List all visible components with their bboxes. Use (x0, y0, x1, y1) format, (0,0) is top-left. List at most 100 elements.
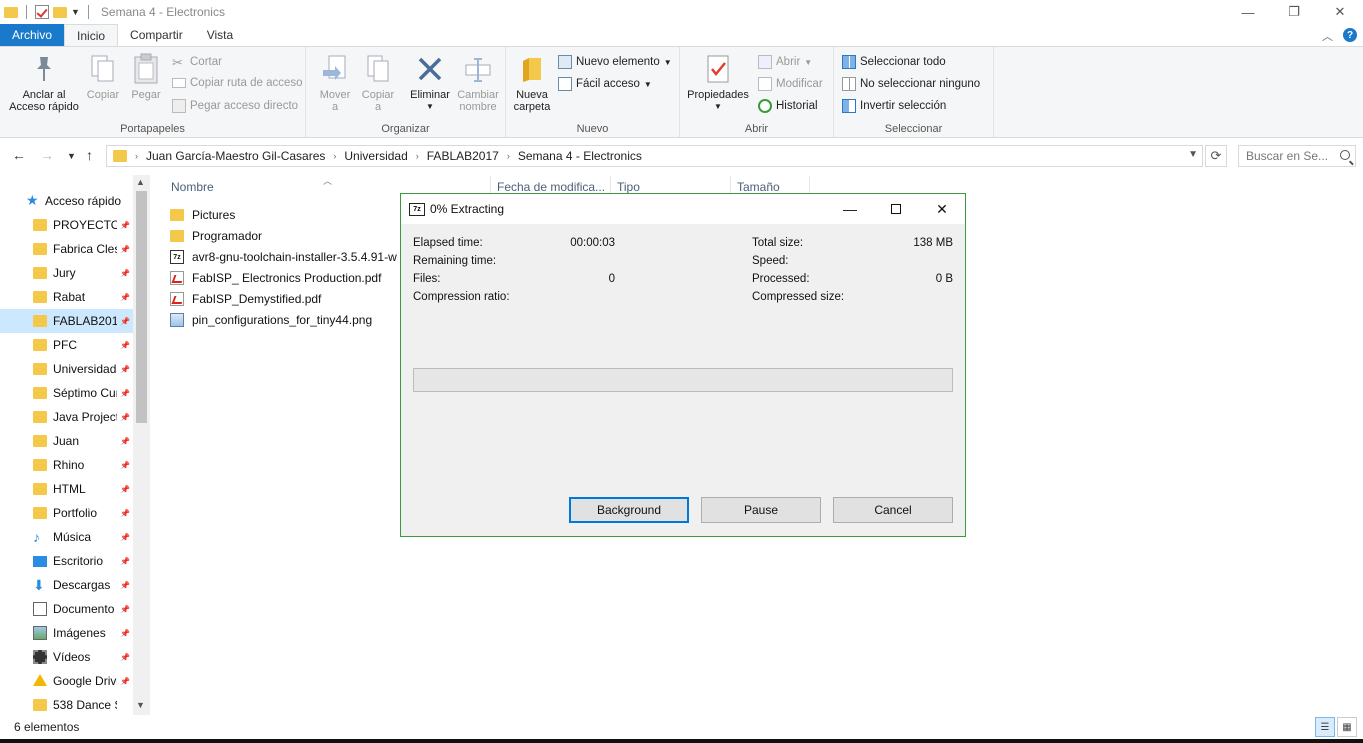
pin-icon[interactable]: 📌 (120, 413, 130, 422)
file-row[interactable]: FabISP_Demystified.pdf (170, 289, 400, 309)
nav-item[interactable]: Jury 📌 (0, 261, 133, 285)
cut-button[interactable]: ✂ Cortar (172, 55, 222, 70)
properties-icon[interactable] (35, 5, 49, 19)
pin-icon[interactable]: 📌 (120, 365, 130, 374)
edit-button[interactable]: Modificar (758, 77, 823, 91)
address-history-chevron-icon[interactable]: ▼ (1188, 149, 1198, 160)
properties-button[interactable]: Propiedades ▼ (684, 53, 752, 113)
details-view-icon[interactable]: ☰ (1315, 717, 1335, 737)
forward-arrow-icon[interactable]: → (40, 147, 54, 163)
history-button[interactable]: Historial (758, 99, 818, 113)
new-folder-icon[interactable] (53, 6, 67, 18)
breadcrumb-separator-icon[interactable]: › (507, 151, 510, 161)
scroll-up-chevron-icon[interactable]: ▲ (136, 177, 145, 187)
pin-icon[interactable]: 📌 (120, 485, 130, 494)
invert-selection-button[interactable]: Invertir selección (842, 99, 946, 113)
pin-icon[interactable]: 📌 (120, 437, 130, 446)
nav-quick-access[interactable]: ★ Acceso rápido (0, 189, 133, 213)
pin-icon[interactable]: 📌 (120, 245, 130, 254)
background-button[interactable]: Background (569, 497, 689, 523)
tab-vista[interactable]: Vista (195, 24, 245, 46)
large-icons-view-icon[interactable]: ▦ (1337, 717, 1357, 737)
breadcrumb-item[interactable]: Semana 4 - Electronics (518, 149, 642, 163)
customize-toolbar-chevron-icon[interactable]: ▼ (71, 7, 80, 17)
cancel-button[interactable]: Cancel (833, 497, 953, 523)
pin-icon[interactable]: 📌 (120, 317, 130, 326)
copy-button[interactable]: Copiar (84, 53, 122, 101)
nav-item[interactable]: ⬇ Descargas 📌 (0, 573, 133, 597)
nav-item[interactable]: Fabrica Cles 📌 (0, 237, 133, 261)
tab-compartir[interactable]: Compartir (118, 24, 195, 46)
pin-icon[interactable]: 📌 (120, 653, 130, 662)
pin-icon[interactable]: 📌 (120, 269, 130, 278)
close-button[interactable]: ✕ (1317, 0, 1363, 24)
up-arrow-icon[interactable]: ↑ (86, 147, 93, 163)
recent-locations-chevron-icon[interactable]: ▼ (67, 151, 76, 161)
breadcrumb-item[interactable]: FABLAB2017 (427, 149, 499, 163)
nav-item[interactable]: Rhino 📌 (0, 453, 133, 477)
column-name[interactable]: Nombre (171, 180, 214, 194)
breadcrumb-separator-icon[interactable]: › (135, 151, 138, 161)
nav-item[interactable]: Séptimo Cur 📌 (0, 381, 133, 405)
dialog-close-button[interactable]: ✕ (919, 194, 965, 224)
dialog-maximize-button[interactable] (873, 194, 919, 224)
tab-archivo[interactable]: Archivo (0, 24, 65, 46)
file-row[interactable]: Programador (170, 226, 400, 246)
search-box[interactable] (1238, 145, 1356, 167)
paste-shortcut-button[interactable]: Pegar acceso directo (172, 99, 298, 113)
nav-item[interactable]: ♪ Música 📌 (0, 525, 133, 549)
nav-item[interactable]: Universidad 📌 (0, 357, 133, 381)
pin-icon[interactable]: 📌 (120, 677, 130, 686)
easy-access-button[interactable]: Fácil acceso ▼ (558, 77, 652, 91)
pin-icon[interactable]: 📌 (120, 605, 130, 614)
pin-icon[interactable]: 📌 (120, 221, 130, 230)
pause-button[interactable]: Pause (701, 497, 821, 523)
nav-item[interactable]: Documento 📌 (0, 597, 133, 621)
select-all-button[interactable]: Seleccionar todo (842, 55, 946, 69)
select-none-button[interactable]: No seleccionar ninguno (842, 77, 980, 91)
breadcrumb-item[interactable]: Universidad (344, 149, 407, 163)
column-type[interactable]: Tipo (617, 180, 640, 194)
nav-item[interactable]: Vídeos 📌 (0, 645, 133, 669)
address-bar[interactable]: › Juan García-Maestro Gil-Casares › Univ… (106, 145, 1203, 167)
paste-button[interactable]: Pegar (126, 53, 166, 101)
nav-item[interactable]: Escritorio 📌 (0, 549, 133, 573)
search-input[interactable] (1246, 149, 1330, 163)
breadcrumb-item[interactable]: Juan García-Maestro Gil-Casares (146, 149, 325, 163)
help-icon[interactable]: ? (1343, 28, 1357, 42)
move-to-button[interactable]: Mover a (316, 53, 354, 113)
file-row[interactable]: pin_configurations_for_tiny44.png (170, 310, 400, 330)
nav-item[interactable]: FABLAB2017📌 (0, 309, 133, 333)
refresh-icon[interactable]: ⟳ (1205, 145, 1227, 167)
nav-item[interactable]: Java Project 📌 (0, 405, 133, 429)
column-date[interactable]: Fecha de modifica... (497, 180, 605, 194)
pin-icon[interactable]: 📌 (120, 509, 130, 518)
restore-button[interactable]: ❐ (1271, 0, 1317, 24)
nav-item[interactable]: Rabat 📌 (0, 285, 133, 309)
pin-icon[interactable]: 📌 (120, 293, 130, 302)
pin-icon[interactable]: 📌 (120, 461, 130, 470)
pin-icon[interactable]: 📌 (120, 341, 130, 350)
pin-icon[interactable]: 📌 (120, 557, 130, 566)
file-row[interactable]: 7z avr8-gnu-toolchain-installer-3.5.4.91-… (170, 247, 400, 267)
pin-icon[interactable]: 📌 (120, 629, 130, 638)
dialog-title-bar[interactable]: 7z 0% Extracting — ✕ (401, 194, 965, 224)
back-arrow-icon[interactable]: ← (12, 147, 26, 163)
pin-icon[interactable]: 📌 (120, 389, 130, 398)
file-row[interactable]: FabISP_ Electronics Production.pdf (170, 268, 400, 288)
nav-item[interactable]: PFC 📌 (0, 333, 133, 357)
nav-item[interactable]: Juan 📌 (0, 429, 133, 453)
search-icon[interactable] (1340, 150, 1350, 160)
delete-button[interactable]: Eliminar ▼ (406, 53, 454, 113)
scrollbar-thumb[interactable] (136, 191, 147, 423)
minimize-button[interactable]: — (1225, 0, 1271, 24)
pin-quick-access-button[interactable]: Anclar al Acceso rápido (6, 53, 82, 113)
collapse-ribbon-chevron-icon[interactable]: ︿ (1322, 28, 1333, 44)
breadcrumb-separator-icon[interactable]: › (333, 151, 336, 161)
open-button[interactable]: Abrir ▼ (758, 55, 812, 69)
nav-item[interactable]: 538 Dance S (0, 693, 133, 717)
nav-scrollbar[interactable]: ▲ ▼ (133, 175, 150, 715)
nav-item[interactable]: Google Drive 📌 (0, 669, 133, 693)
rename-button[interactable]: Cambiar nombre (456, 53, 500, 113)
nav-item[interactable]: PROYECTO (📌 (0, 213, 133, 237)
